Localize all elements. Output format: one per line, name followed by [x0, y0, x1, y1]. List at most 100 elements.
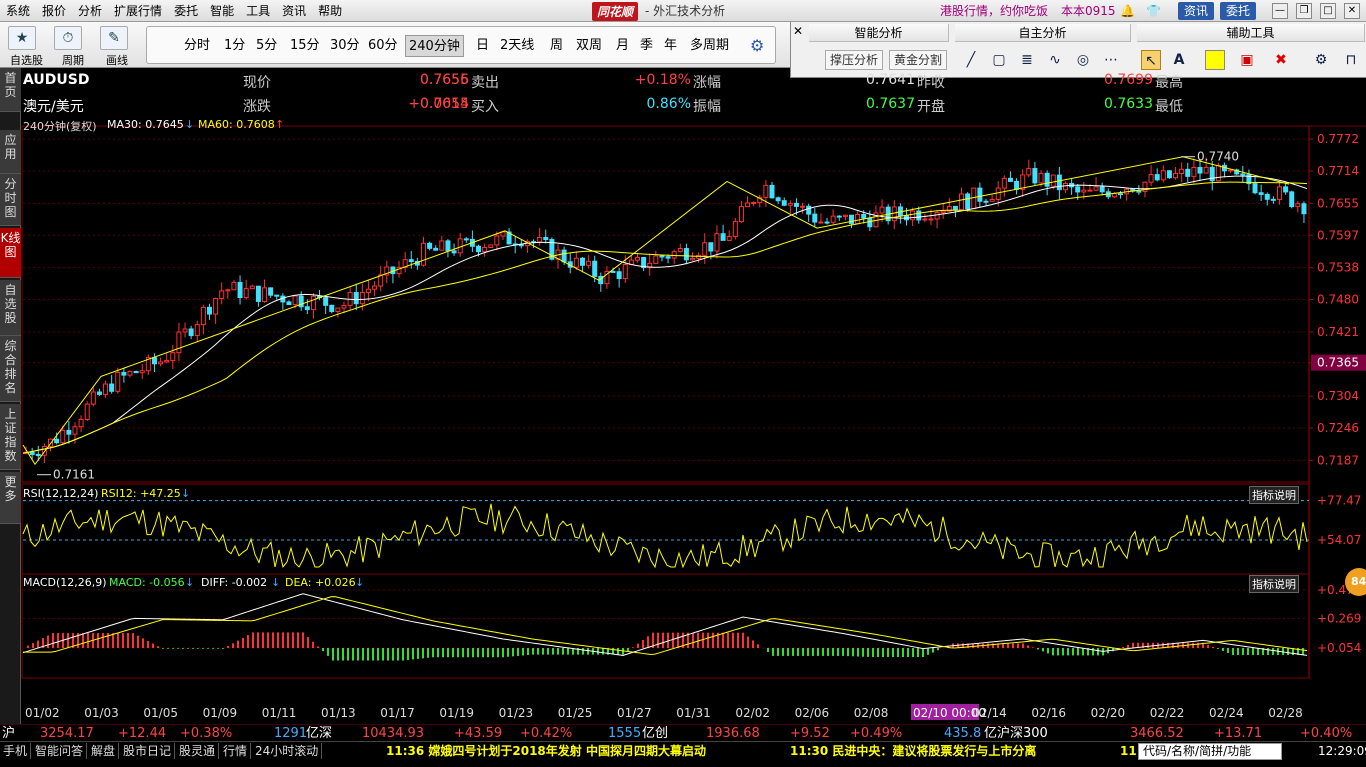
cy-index[interactable]: 1936.68 — [706, 725, 760, 742]
candle-body — [1240, 173, 1246, 176]
news-ticker-1[interactable]: 11:36 嫦娥四号计划于2018年发射 中国探月四期大幕启动 — [386, 743, 706, 760]
tab-stock-link[interactable]: 股灵通 — [176, 743, 220, 759]
ytick-label-0: 0.7772 — [1317, 132, 1359, 146]
tool-settings-gear-icon[interactable]: ⚙ — [1311, 50, 1331, 70]
settings-gear-icon[interactable]: ⚙ — [747, 35, 767, 57]
tab-mobile[interactable]: 手机 — [0, 743, 32, 759]
version-link[interactable]: 本本0915 — [1061, 0, 1116, 22]
period-day[interactable]: 日 — [473, 35, 492, 57]
tab-intraday-chart[interactable]: 分时图 — [0, 174, 21, 226]
period-60min[interactable]: 60分 — [365, 35, 401, 57]
more-tools-icon[interactable]: ⋯ — [1101, 50, 1121, 70]
news-button[interactable]: 资讯 — [1178, 2, 1215, 20]
minimize-icon[interactable]: — — [1272, 3, 1288, 19]
menu-item-help[interactable]: 帮助 — [312, 0, 348, 22]
candle-body — [127, 370, 133, 376]
channel-tool-icon[interactable]: ≣ — [1017, 50, 1037, 70]
delete-tool-icon[interactable]: ✖ — [1271, 50, 1291, 70]
save-tool-icon[interactable]: ▣ — [1237, 50, 1257, 70]
candle-body — [121, 371, 127, 376]
tab-self-select[interactable]: 自选股 — [0, 280, 21, 336]
candle-body — [671, 251, 677, 259]
period-2day[interactable]: 2天线 — [497, 35, 537, 57]
candle-body — [35, 454, 41, 457]
period-intraday[interactable]: 分时 — [181, 35, 213, 57]
menu-item-extended[interactable]: 扩展行情 — [108, 0, 168, 22]
tab-sh-index[interactable]: 上证指数 — [0, 404, 21, 470]
rect-tool-icon[interactable]: ▢ — [989, 50, 1009, 70]
tab-more[interactable]: 更多 — [0, 472, 21, 524]
self-analysis-header[interactable]: 自主分析 — [955, 24, 1131, 42]
macd-explain-button[interactable]: 指标说明 — [1249, 575, 1299, 593]
tab-stock-diary[interactable]: 股市日记 — [120, 743, 176, 759]
smart-analysis-header[interactable]: 智能分析 — [809, 24, 949, 42]
kline-chart-svg[interactable]: 0.7772 0.7714 0.7655 0.7597 0.7538 0.7480 0.74… — [21, 68, 1366, 728]
draw-line-icon[interactable]: ✎ — [100, 26, 128, 50]
period-240min[interactable]: 240分钟 — [405, 35, 464, 57]
menu-bar: 系统 报价 分析 扩展行情 委托 智能 工具 资讯 帮助 同花顺 - 外汇技术分… — [0, 0, 1366, 22]
bell-icon[interactable]: 🔔 — [1120, 4, 1135, 18]
maximize-icon[interactable]: ❐ — [1296, 3, 1312, 19]
brand-logo: 同花顺 — [592, 2, 639, 21]
shirt-icon[interactable]: 👕 — [1146, 4, 1161, 18]
tab-home[interactable]: 首页 — [0, 68, 21, 112]
period-icon[interactable]: ⏱ — [54, 26, 82, 50]
float-badge[interactable]: 84 — [1345, 568, 1366, 596]
candle-body — [109, 383, 115, 392]
period-2week[interactable]: 双周 — [573, 35, 605, 57]
period-month[interactable]: 月 — [613, 35, 632, 57]
candle-body — [200, 306, 206, 326]
promo-link[interactable]: 港股行情，约你吃饭 — [940, 0, 1048, 22]
menu-item-tools[interactable]: 工具 — [240, 0, 276, 22]
tab-smart-qa[interactable]: 智能问答 — [32, 743, 88, 759]
golden-ratio-button[interactable]: 黄金分割 — [889, 50, 948, 70]
text-tool-icon[interactable]: A — [1169, 50, 1189, 70]
support-resistance-button[interactable]: 撑压分析 — [825, 50, 884, 70]
hs-index[interactable]: 3466.52 — [1130, 725, 1184, 742]
period-5min[interactable]: 5分 — [253, 35, 280, 57]
sh-change: +12.44 — [118, 726, 167, 741]
menu-item-smart[interactable]: 智能 — [204, 0, 240, 22]
menu-item-info[interactable]: 资讯 — [276, 0, 312, 22]
period-30min[interactable]: 30分 — [327, 35, 363, 57]
code-search-input[interactable]: 代码/名称/简拼/功能 — [1138, 743, 1282, 760]
candle-body — [292, 295, 298, 306]
tab-market-review[interactable]: 解盘 — [88, 743, 120, 759]
candle-body — [861, 213, 867, 219]
menu-item-quote[interactable]: 报价 — [36, 0, 72, 22]
sz-index[interactable]: 10434.93 — [362, 725, 424, 742]
period-1min[interactable]: 1分 — [221, 35, 248, 57]
close-icon[interactable]: ✕ — [1344, 3, 1360, 19]
trade-button[interactable]: 委托 — [1220, 2, 1257, 20]
tab-apps[interactable]: 应用 — [0, 130, 21, 174]
candle-body — [255, 285, 261, 302]
period-week[interactable]: 周 — [547, 35, 566, 57]
panel-close-icon[interactable]: ✕ — [793, 24, 803, 38]
rsi-explain-button[interactable]: 指标说明 — [1249, 486, 1299, 504]
period-multi[interactable]: 多周期 — [687, 35, 732, 57]
ytick-label-8: 0.7304 — [1317, 389, 1359, 403]
menu-item-analysis[interactable]: 分析 — [72, 0, 108, 22]
panel-pin-icon[interactable]: ⊓ — [1341, 50, 1361, 70]
menu-item-system[interactable]: 系统 — [0, 0, 36, 22]
menu-item-trade[interactable]: 委托 — [168, 0, 204, 22]
line-tool-icon[interactable]: ╱ — [961, 50, 981, 70]
news-ticker-3[interactable]: 11 — [1120, 743, 1137, 760]
cursor-tool-icon[interactable]: ↖ — [1141, 50, 1161, 70]
color-picker-swatch[interactable] — [1205, 50, 1225, 70]
tab-quotes[interactable]: 行情 — [220, 743, 252, 759]
tab-kline-chart[interactable]: K线图 — [0, 228, 21, 278]
circle-tool-icon[interactable]: ◎ — [1073, 50, 1093, 70]
tab-24h-news[interactable]: 24小时滚动 — [252, 743, 323, 759]
period-quarter[interactable]: 季 — [637, 35, 656, 57]
news-ticker-2[interactable]: 11:30 民进中央：建议将股票发行与上市分离 — [790, 743, 1036, 760]
tab-ranking[interactable]: 综合排名 — [0, 336, 21, 402]
period-15min[interactable]: 15分 — [287, 35, 323, 57]
wave-tool-icon[interactable]: ∿ — [1045, 50, 1065, 70]
self-select-icon[interactable]: ★ — [8, 26, 36, 50]
assist-tools-header[interactable]: 辅助工具 — [1137, 24, 1365, 42]
sh-index[interactable]: 3254.17 — [40, 725, 94, 742]
period-year[interactable]: 年 — [661, 35, 680, 57]
candle-body — [139, 370, 145, 374]
restore-icon[interactable]: □ — [1320, 3, 1336, 19]
